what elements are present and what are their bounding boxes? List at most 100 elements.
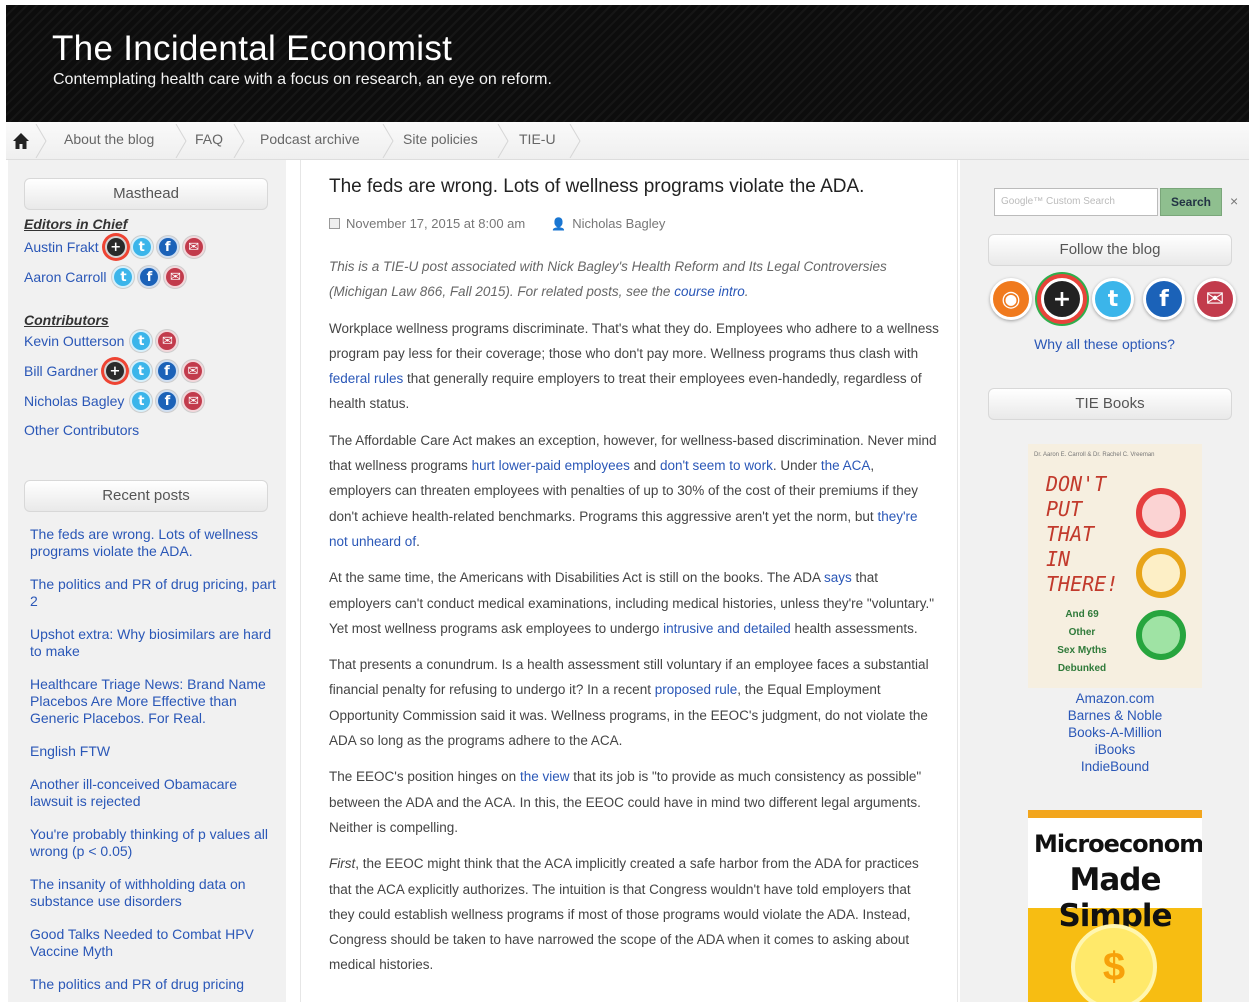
facebook-icon[interactable]: f	[155, 360, 178, 382]
nav-separator	[175, 124, 187, 158]
nav-separator	[497, 124, 509, 158]
nav-separator	[382, 124, 394, 158]
search-input[interactable]: Google™ Custom Search	[994, 188, 1158, 216]
recent-post-link[interactable]: The politics and PR of drug pricing	[30, 976, 276, 993]
nav-tie-u[interactable]: TIE-U	[519, 131, 556, 147]
post-paragraph: At the same time, the Americans with Dis…	[329, 570, 935, 636]
main-nav: About the blog FAQ Podcast archive Site …	[6, 122, 1249, 160]
traffic-light-green	[1136, 610, 1186, 660]
recent-post-link[interactable]: Good Talks Needed to Combat HPV Vaccine …	[30, 926, 276, 960]
intrusive-detailed-link[interactable]: intrusive and detailed	[663, 621, 791, 636]
person-name-link[interactable]: Nicholas Bagley	[24, 393, 124, 409]
why-options-link[interactable]: Why all these options?	[960, 336, 1249, 352]
post-author-link[interactable]: Nicholas Bagley	[572, 216, 665, 231]
person-name-link[interactable]: Aaron Carroll	[24, 269, 106, 285]
federal-rules-link[interactable]: federal rules	[329, 371, 403, 386]
person-name-link[interactable]: Austin Frakt	[24, 239, 99, 255]
search-button[interactable]: Search	[1160, 188, 1222, 216]
nav-separator	[233, 124, 245, 158]
book-authors: Dr. Aaron E. Carroll & Dr. Rachel C. Vre…	[1034, 452, 1155, 458]
the-view-link[interactable]: the view	[520, 769, 570, 784]
site-header: The Incidental Economist Contemplating h…	[6, 5, 1249, 122]
book-cover-microeconomics-made-simple[interactable]: Microeconomics Made Simple $	[1028, 810, 1202, 1002]
recent-post-link[interactable]: English FTW	[30, 743, 276, 760]
google-plus-icon[interactable]: +	[104, 236, 127, 258]
nav-separator	[35, 124, 47, 158]
email-icon[interactable]: ✉	[182, 390, 205, 412]
post-paragraph: The Affordable Care Act makes an excepti…	[329, 432, 937, 549]
book-cover-dont-put-that-in-there[interactable]: Dr. Aaron E. Carroll & Dr. Rachel C. Vre…	[1028, 444, 1202, 688]
person-name-link[interactable]: Kevin Outterson	[24, 333, 124, 349]
site-tagline: Contemplating health care with a focus o…	[53, 71, 552, 88]
nav-separator	[569, 124, 581, 158]
nav-podcast-archive[interactable]: Podcast archive	[260, 131, 360, 147]
user-icon: 👤	[551, 216, 567, 231]
book-title: Microeconomics Made Simple	[1034, 830, 1202, 934]
email-icon[interactable]: ✉	[164, 266, 187, 288]
twitter-icon[interactable]: t	[130, 330, 153, 352]
close-icon[interactable]: ×	[1230, 193, 1238, 209]
editors-heading: Editors in Chief	[24, 216, 128, 232]
hurt-lower-paid-link[interactable]: hurt lower-paid employees	[472, 458, 630, 473]
the-aca-link[interactable]: the ACA	[821, 458, 871, 473]
person-aaron-carroll: Aaron Carroll t f ✉	[24, 264, 187, 290]
facebook-icon[interactable]: f	[156, 236, 179, 258]
email-icon[interactable]: ✉	[182, 236, 205, 258]
email-icon[interactable]: ✉	[181, 360, 204, 382]
recent-post-link[interactable]: Upshot extra: Why biosimilars are hard t…	[30, 626, 276, 660]
book-title: DON'T PUT THAT IN THERE!	[1046, 472, 1119, 596]
twitter-icon[interactable]: t	[1092, 278, 1134, 320]
proposed-rule-link[interactable]: proposed rule	[655, 682, 738, 697]
left-sidebar: Masthead Editors in Chief Austin Frakt +…	[8, 160, 286, 1002]
nav-faq[interactable]: FAQ	[195, 131, 223, 147]
email-icon[interactable]: ✉	[1194, 278, 1236, 320]
ada-says-link[interactable]: says	[824, 570, 852, 585]
facebook-icon[interactable]: f	[138, 266, 161, 288]
course-intro-link[interactable]: course intro	[674, 284, 745, 299]
twitter-icon[interactable]: t	[129, 360, 152, 382]
recent-post-link[interactable]: You're probably thinking of p values all…	[30, 826, 276, 860]
recent-post-link[interactable]: The insanity of withholding data on subs…	[30, 876, 276, 910]
twitter-icon[interactable]: t	[130, 390, 153, 412]
recent-post-link[interactable]: Healthcare Triage News: Brand Name Place…	[30, 676, 276, 727]
person-kevin-outterson: Kevin Outterson t ✉	[24, 328, 179, 354]
book-subtitle: And 69 Other Sex Myths Debunked	[1057, 609, 1107, 674]
post-paragraph: That presents a conundrum. Is a health a…	[329, 657, 929, 749]
contributors-heading: Contributors	[24, 312, 109, 328]
follow-icons: ◉ + t f ✉	[990, 278, 1236, 320]
recent-post-link[interactable]: The feds are wrong. Lots of wellness pro…	[30, 526, 276, 560]
follow-title: Follow the blog	[988, 234, 1232, 266]
store-link-amazon[interactable]: Amazon.com	[1028, 690, 1202, 707]
nav-site-policies[interactable]: Site policies	[403, 131, 478, 147]
twitter-icon[interactable]: t	[112, 266, 135, 288]
email-icon[interactable]: ✉	[156, 330, 179, 352]
recent-post-link[interactable]: The politics and PR of drug pricing, par…	[30, 576, 276, 610]
lightbulb-dollar-icon: $	[1071, 924, 1157, 1002]
dont-seem-to-work-link[interactable]: don't seem to work	[660, 458, 773, 473]
post-paragraph: Workplace wellness programs discriminate…	[329, 320, 939, 412]
store-link-ibooks[interactable]: iBooks	[1028, 741, 1202, 758]
store-link-barnes-noble[interactable]: Barnes & Noble	[1028, 707, 1202, 724]
post-body: This is a TIE-U post associated with Nic…	[329, 254, 939, 989]
twitter-icon[interactable]: t	[130, 236, 153, 258]
facebook-icon[interactable]: f	[156, 390, 179, 412]
post-title[interactable]: The feds are wrong. Lots of wellness pro…	[329, 176, 864, 198]
nav-about-the-blog[interactable]: About the blog	[64, 131, 154, 147]
store-link-indiebound[interactable]: IndieBound	[1028, 758, 1202, 775]
recent-post-link[interactable]: Another ill-conceived Obamacare lawsuit …	[30, 776, 276, 810]
store-link-books-a-million[interactable]: Books-A-Million	[1028, 724, 1202, 741]
traffic-light-yellow	[1136, 548, 1186, 598]
other-contributors-link[interactable]: Other Contributors	[24, 422, 139, 438]
google-plus-icon[interactable]: +	[103, 360, 126, 382]
person-name-link[interactable]: Bill Gardner	[24, 363, 98, 379]
rss-icon[interactable]: ◉	[990, 278, 1032, 320]
post-meta: November 17, 2015 at 8:00 am 👤 Nicholas …	[329, 216, 665, 231]
google-plus-icon[interactable]: +	[1041, 278, 1083, 320]
right-sidebar: Google™ Custom Search Search × Follow th…	[960, 160, 1249, 1002]
book-store-links: Amazon.com Barnes & Noble Books-A-Millio…	[1028, 690, 1202, 775]
facebook-icon[interactable]: f	[1143, 278, 1185, 320]
person-bill-gardner: Bill Gardner + t f ✉	[24, 358, 204, 384]
traffic-light-red	[1136, 488, 1186, 538]
site-title[interactable]: The Incidental Economist	[52, 29, 452, 69]
home-icon[interactable]	[11, 130, 31, 152]
